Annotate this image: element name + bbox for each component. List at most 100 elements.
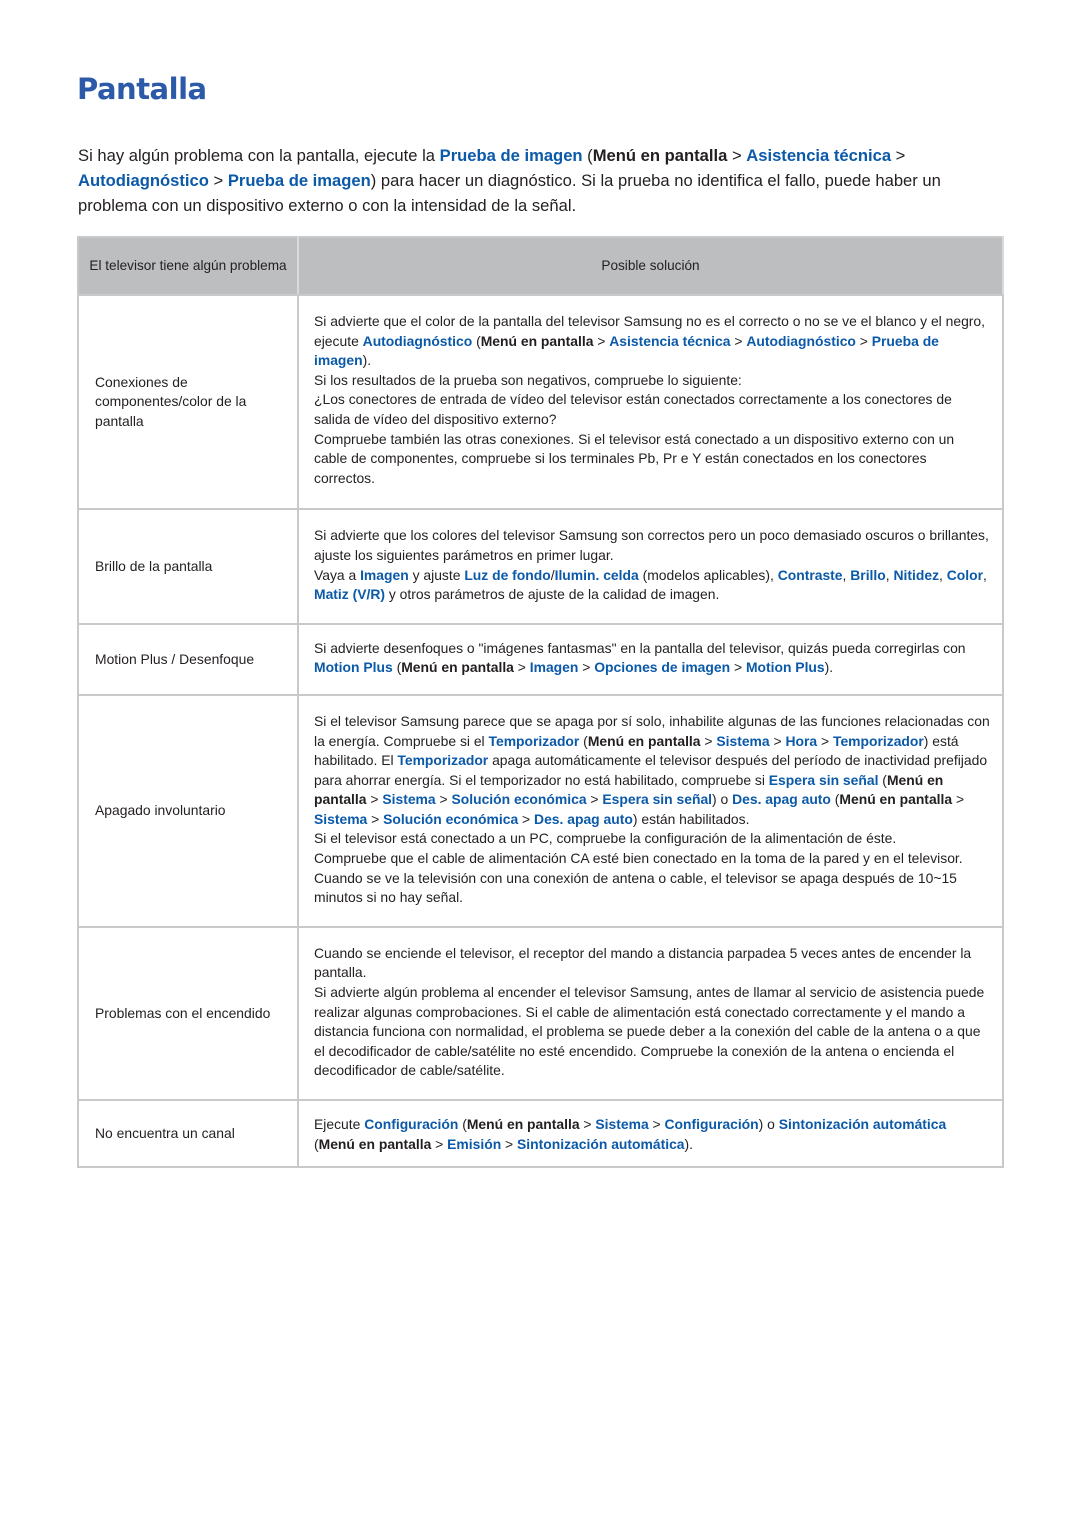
solution-paragraph: Si advierte que el color de la pantalla …	[314, 312, 990, 371]
header-problem: El televisor tiene algún problema	[78, 237, 299, 296]
menu-path-link[interactable]: Color	[947, 567, 983, 583]
table-row: Conexiones de componentes/color de la pa…	[78, 295, 1003, 511]
solution-cell: Si advierte que los colores del televiso…	[298, 509, 1003, 625]
text-run: >	[578, 659, 595, 676]
menu-path-link[interactable]: Hora	[785, 733, 817, 749]
text-run: >	[501, 1135, 518, 1152]
text-run: ).	[824, 659, 834, 676]
menu-path-link[interactable]: Asistencia técnica	[609, 333, 730, 349]
menu-label: Menú en pantalla	[480, 332, 594, 349]
text-run: Compruebe también las otras conexiones. …	[314, 430, 955, 486]
solution-paragraph: Si los resultados de la prueba son negat…	[314, 371, 990, 391]
text-run: >	[817, 732, 833, 749]
text-run: y ajuste	[408, 566, 465, 583]
menu-path-link[interactable]: Espera sin señal	[602, 791, 712, 807]
menu-path-link[interactable]: Configuración	[665, 1116, 759, 1132]
text-run: Cuando se ve la televisión con una conex…	[314, 869, 957, 906]
table-row: Motion Plus / Desenfoque Si advierte dese…	[78, 623, 1003, 696]
text-run: Si los resultados de la prueba son negat…	[314, 371, 742, 388]
menu-path-link[interactable]: Des. apag auto	[534, 811, 633, 827]
text-run: >	[727, 146, 747, 165]
problem-cell: Problemas con el encendido	[78, 926, 299, 1102]
menu-path-link[interactable]: Imagen	[530, 659, 579, 675]
solution-paragraph: Compruebe también las otras conexiones. …	[314, 430, 990, 489]
text-run: (	[472, 332, 481, 349]
menu-path-link[interactable]: Sistema	[382, 791, 435, 807]
problem-cell: Motion Plus / Desenfoque	[78, 623, 299, 696]
page-title: Pantalla	[77, 72, 207, 106]
solution-paragraph: Cuando se ve la televisión con una conex…	[314, 869, 990, 908]
text-run: >	[518, 810, 535, 827]
menu-path-link[interactable]: Imagen	[360, 567, 409, 583]
solution-paragraph: Si el televisor está conectado a un PC, …	[314, 829, 990, 849]
text-run: >	[891, 146, 906, 165]
text-run: Compruebe que el cable de alimentación C…	[314, 850, 963, 867]
text-run: ) o	[712, 791, 733, 808]
problem-cell: Apagado involuntario	[78, 694, 299, 928]
menu-path-link[interactable]: Espera sin señal	[769, 772, 879, 788]
menu-path-link[interactable]: Luz de fondo	[464, 567, 550, 583]
menu-path-link[interactable]: Motion Plus	[746, 659, 825, 675]
menu-path-link[interactable]: Asistencia técnica	[746, 146, 891, 165]
menu-path-link[interactable]: Opciones de imagen	[594, 659, 730, 675]
problem-cell: Conexiones de componentes/color de la pa…	[78, 295, 299, 511]
text-run: >	[648, 1116, 665, 1132]
text-run: Si advierte desenfoques o "imágenes fant…	[314, 639, 966, 656]
table-header-row: El televisor tiene algún problema Posibl…	[78, 237, 1004, 296]
menu-label: Menú en pantalla	[587, 732, 701, 749]
menu-path-link[interactable]: Ilumin. celda	[555, 567, 639, 583]
menu-label: Menú en pantalla	[592, 146, 728, 165]
menu-path-link[interactable]: Prueba de imagen	[440, 146, 583, 165]
problem-cell: Brillo de la pantalla	[78, 509, 299, 625]
menu-path-link[interactable]: Nitidez	[893, 567, 939, 583]
menu-path-link[interactable]: Contraste	[778, 567, 843, 583]
menu-path-link[interactable]: Motion Plus	[314, 659, 393, 675]
text-run: Vaya a	[314, 566, 361, 583]
menu-path-link[interactable]: Emisión	[447, 1136, 501, 1152]
menu-path-link[interactable]: Temporizador	[489, 733, 580, 749]
menu-path-link[interactable]: Autodiagnóstico	[78, 171, 209, 190]
menu-path-link[interactable]: Des. apag auto	[732, 791, 831, 807]
text-run: ).	[684, 1135, 694, 1152]
text-run: >	[730, 659, 746, 676]
text-run: Ejecute	[314, 1116, 365, 1132]
menu-path-link[interactable]: Sistema	[595, 1116, 648, 1132]
menu-path-link[interactable]: Matiz (V/R)	[314, 586, 385, 602]
menu-path-link[interactable]: Prueba de imagen	[228, 171, 371, 190]
menu-path-link[interactable]: Solución económica	[383, 811, 518, 827]
text-run: >	[431, 1135, 448, 1152]
menu-path-link[interactable]: Brillo	[850, 567, 886, 583]
menu-path-link[interactable]: Autodiagnóstico	[746, 333, 856, 349]
text-run: Si el televisor está conectado a un PC, …	[314, 830, 897, 847]
menu-path-link[interactable]: Sintonización automática	[779, 1116, 946, 1132]
menu-path-link[interactable]: Configuración	[364, 1116, 458, 1132]
text-run: y otros parámetros de ajuste de la calid…	[385, 586, 720, 603]
text-run: ) o	[758, 1116, 779, 1132]
text-run: >	[208, 171, 228, 190]
menu-path-link[interactable]: Temporizador	[397, 752, 488, 768]
menu-path-link[interactable]: Sintonización automática	[517, 1136, 684, 1152]
menu-path-link[interactable]: Temporizador	[833, 733, 924, 749]
text-run: >	[952, 791, 965, 808]
text-run: (	[579, 732, 588, 749]
text-run: (	[878, 771, 887, 788]
solution-paragraph: Si advierte que los colores del televiso…	[314, 526, 990, 565]
text-run: >	[366, 791, 383, 808]
solution-paragraph: Si advierte algún problema al encender e…	[314, 983, 990, 1081]
solution-paragraph: Compruebe que el cable de alimentación C…	[314, 849, 990, 869]
text-run: >	[513, 659, 530, 676]
table-row: Brillo de la pantalla Si advierte que los…	[78, 509, 1003, 625]
text-run: ) están habilitados.	[632, 810, 750, 827]
text-run: Si advierte algún problema al encender e…	[314, 984, 985, 1079]
text-run: (	[392, 659, 402, 676]
solution-paragraph: Si el televisor Samsung parece que se ap…	[314, 712, 990, 830]
menu-path-link[interactable]: Sistema	[716, 733, 769, 749]
menu-path-link[interactable]: Autodiagnóstico	[363, 333, 473, 349]
text-run: >	[855, 332, 872, 349]
menu-label: Menú en pantalla	[466, 1116, 580, 1132]
menu-path-link[interactable]: Sistema	[314, 811, 367, 827]
troubleshooting-table: El televisor tiene algún problema Posibl…	[77, 236, 1004, 1169]
solution-cell: Si advierte desenfoques o "imágenes fant…	[298, 623, 1003, 696]
text-run: >	[593, 332, 610, 349]
menu-path-link[interactable]: Solución económica	[451, 791, 586, 807]
